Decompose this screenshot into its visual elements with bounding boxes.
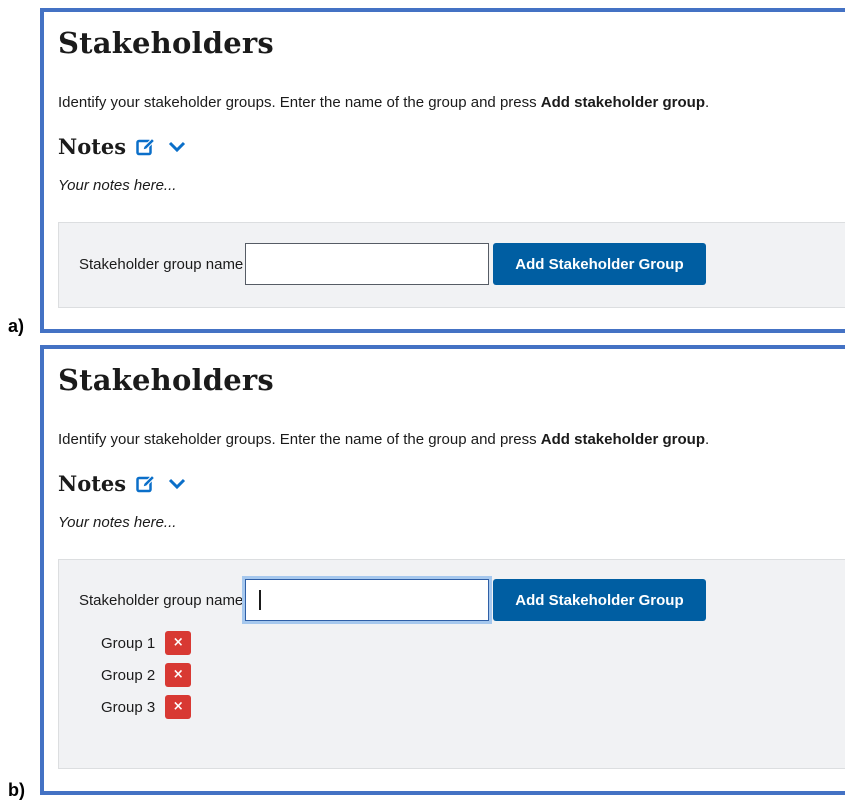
edit-icon[interactable] xyxy=(136,474,156,494)
notes-text: Your notes here... xyxy=(58,177,177,194)
remove-group-button[interactable]: × xyxy=(165,663,192,687)
stakeholder-form: Stakeholder group name Add Stakeholder G… xyxy=(58,222,845,308)
notes-heading: Notes xyxy=(58,134,127,159)
chevron-down-icon[interactable] xyxy=(168,475,186,493)
intro-text: Identify your stakeholder groups. Enter … xyxy=(58,94,709,111)
edit-icon[interactable] xyxy=(136,137,156,157)
notes-text: Your notes here... xyxy=(58,514,177,531)
intro-bold: Add stakeholder group xyxy=(540,431,705,448)
panel-b: Stakeholders Identify your stakeholder g… xyxy=(40,345,845,795)
page-title: Stakeholders xyxy=(58,363,274,397)
form-row: Stakeholder group name Add Stakeholder G… xyxy=(79,576,706,624)
stakeholder-group-name-input[interactable] xyxy=(242,576,493,624)
chevron-down-icon[interactable] xyxy=(168,138,186,156)
intro-bold: Add stakeholder group xyxy=(540,94,705,111)
remove-group-button[interactable]: × xyxy=(165,631,192,655)
intro-suffix: . xyxy=(704,94,710,111)
panel-label-b: b) xyxy=(8,780,25,800)
form-row: Stakeholder group name Add Stakeholder G… xyxy=(79,243,706,285)
close-icon: × xyxy=(172,635,184,650)
panel-a: Stakeholders Identify your stakeholder g… xyxy=(40,8,845,333)
notes-header: Notes xyxy=(58,134,186,159)
stakeholder-group-list: Group 1 × Group 2 × Group 3 × xyxy=(101,627,192,723)
stakeholder-group-name-label: Stakeholder group name xyxy=(79,255,244,273)
page-title: Stakeholders xyxy=(58,26,274,60)
group-label: Group 3 xyxy=(101,698,156,716)
input-wrapper xyxy=(242,576,493,624)
remove-group-button[interactable]: × xyxy=(165,695,192,719)
list-item: Group 1 × xyxy=(101,627,192,659)
stakeholder-group-name-label: Stakeholder group name xyxy=(79,591,244,609)
intro-prefix: Identify your stakeholder groups. Enter … xyxy=(58,94,541,111)
add-stakeholder-group-button[interactable]: Add Stakeholder Group xyxy=(493,579,706,621)
intro-suffix: . xyxy=(704,431,710,448)
list-item: Group 3 × xyxy=(101,691,192,723)
group-label: Group 2 xyxy=(101,666,156,684)
list-item: Group 2 × xyxy=(101,659,192,691)
text-cursor xyxy=(259,590,262,610)
stakeholder-group-name-input[interactable] xyxy=(245,243,490,285)
close-icon: × xyxy=(172,667,184,682)
group-label: Group 1 xyxy=(101,634,156,652)
close-icon: × xyxy=(172,699,184,714)
panel-label-a: a) xyxy=(8,316,25,336)
intro-text: Identify your stakeholder groups. Enter … xyxy=(58,431,709,448)
add-stakeholder-group-button[interactable]: Add Stakeholder Group xyxy=(493,243,706,285)
intro-prefix: Identify your stakeholder groups. Enter … xyxy=(58,431,541,448)
notes-header: Notes xyxy=(58,471,186,496)
notes-heading: Notes xyxy=(58,471,127,496)
stakeholder-form: Stakeholder group name Add Stakeholder G… xyxy=(58,559,845,769)
